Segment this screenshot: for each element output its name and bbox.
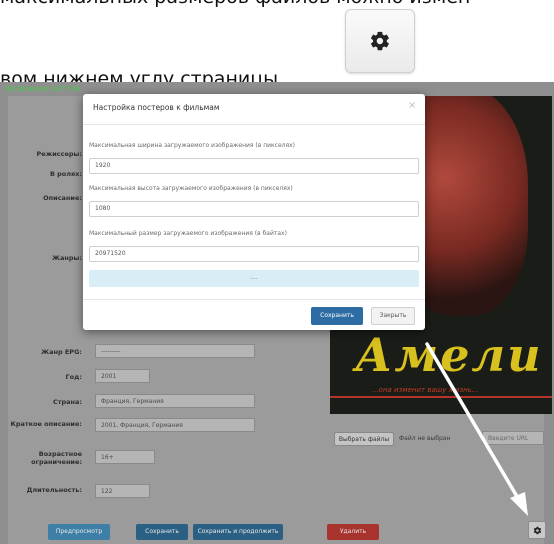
arrow-pointer — [425, 342, 528, 516]
